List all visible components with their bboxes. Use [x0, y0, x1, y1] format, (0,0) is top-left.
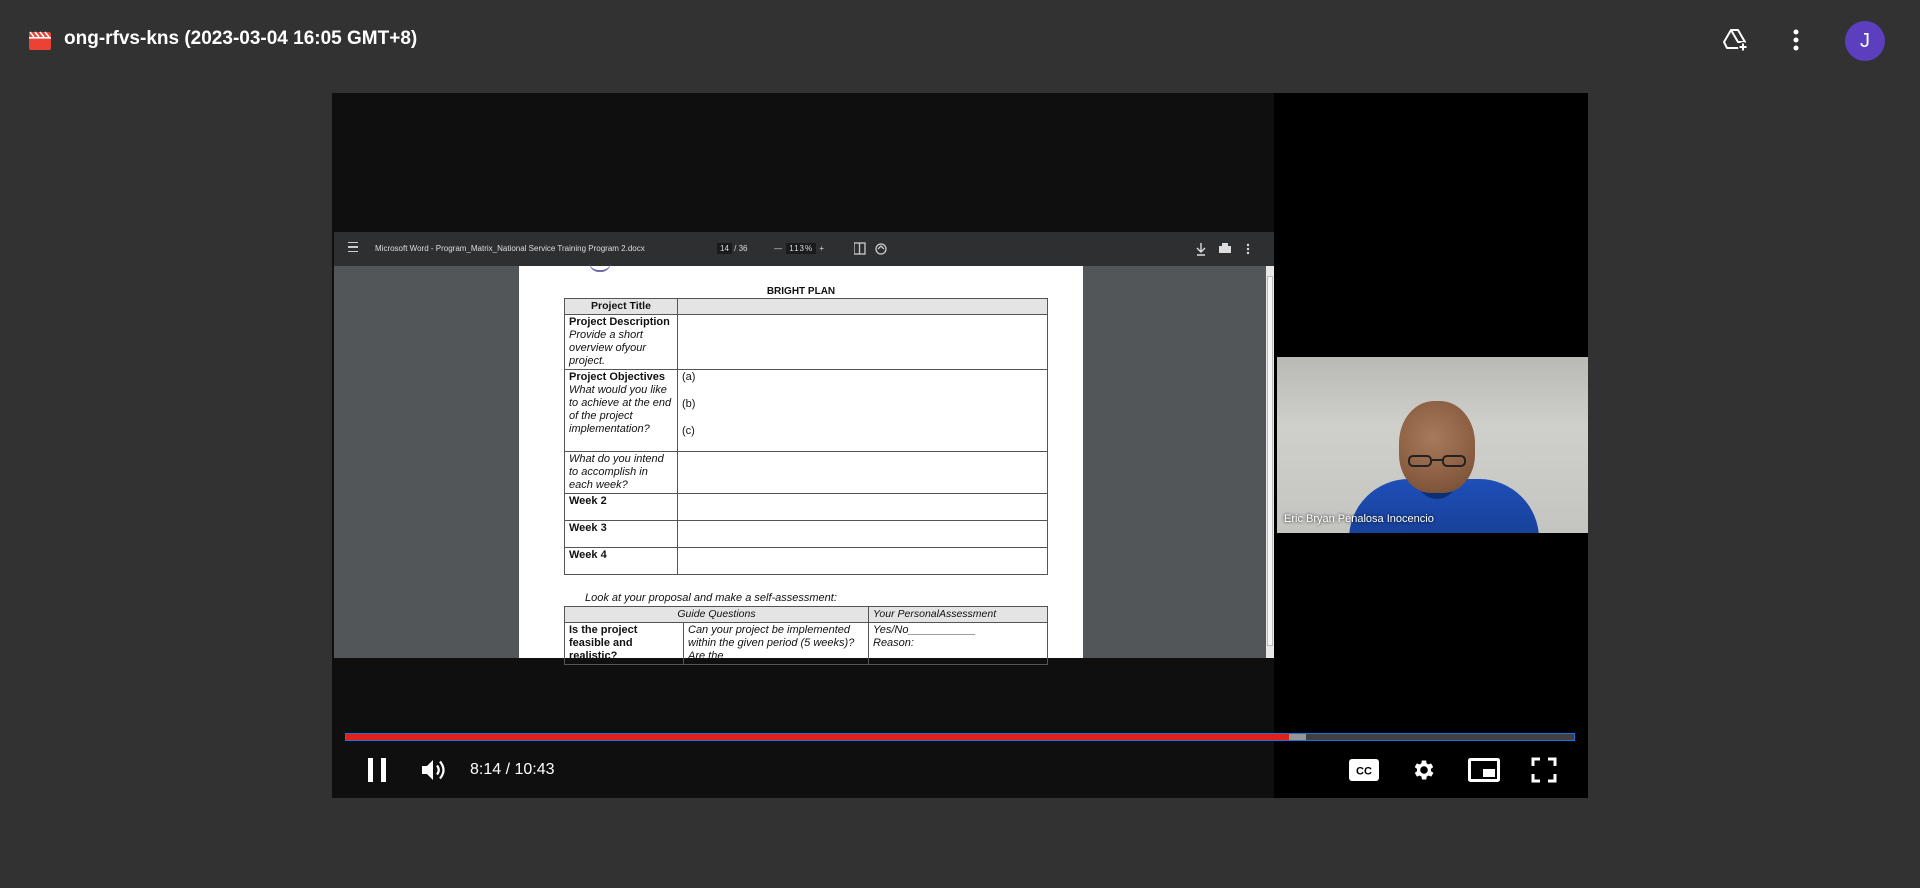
pdf-viewer: Microsoft Word - Program_Matrix_National… — [334, 232, 1274, 665]
zoom-out-icon: — — [774, 244, 783, 253]
more-vertical-icon — [1793, 29, 1799, 51]
assessment-table: Guide Questions Your PersonalAssessment … — [564, 606, 1048, 665]
pdf-page-current: 14 — [717, 243, 732, 254]
assessment-reason: Reason: — [873, 637, 914, 649]
table-row: Is the project feasible and realistic? C… — [564, 622, 1048, 665]
guide-question: Can your project be implemented within t… — [688, 624, 855, 662]
pdf-toolbar: Microsoft Word - Program_Matrix_National… — [334, 232, 1274, 266]
objective-c: (c) — [682, 425, 695, 437]
row-value — [677, 314, 1048, 370]
fit-page-icon — [854, 242, 887, 255]
guide-questions-header: Guide Questions — [564, 606, 869, 623]
row-description: What do you intend to accomplish in each… — [569, 453, 664, 491]
table-row: Project Objectives What would you like t… — [564, 369, 1048, 452]
bright-plan-table: Project Title Project Description Provid… — [564, 298, 1048, 575]
table-row: Project Description Provide a short over… — [564, 314, 1048, 370]
row-label: Week 2 — [569, 495, 607, 507]
table-row: Week 3 — [564, 520, 1048, 548]
row-label: Week 3 — [569, 522, 607, 534]
table-header-empty — [677, 298, 1048, 315]
table-row: Week 4 — [564, 547, 1048, 575]
volume-icon — [422, 760, 445, 780]
add-to-drive-icon — [1723, 29, 1748, 52]
shared-screen: Microsoft Word - Program_Matrix_National… — [332, 93, 1274, 798]
personal-assessment-header: Your PersonalAssessment — [868, 606, 1048, 623]
participant-name: Eric Bryan Penalosa Inocencio — [1284, 513, 1434, 525]
volume-button[interactable] — [416, 753, 452, 787]
player-controls: 8:14 / 10:43 CC — [332, 743, 1588, 798]
row-label: Project Description — [569, 316, 670, 328]
add-to-drive-button[interactable] — [1716, 20, 1756, 60]
document-title: BRIGHT PLAN — [766, 286, 836, 297]
row-label: Is the project feasible and realistic? — [569, 624, 638, 662]
pdf-zoom-value: 113% — [786, 243, 817, 254]
miniplayer-icon — [1468, 758, 1500, 782]
row-description: What would you like to achieve at the en… — [569, 384, 672, 435]
fullscreen-button[interactable] — [1526, 753, 1562, 787]
captions-button[interactable]: CC — [1346, 753, 1382, 787]
captions-icon: CC — [1349, 759, 1379, 781]
pdf-page-separator: / — [734, 244, 737, 253]
download-print-icons — [1196, 243, 1250, 256]
pause-button[interactable] — [359, 753, 395, 787]
more-options-button[interactable] — [1776, 20, 1816, 60]
video-file-icon — [29, 31, 51, 50]
table-header: Project Title — [564, 298, 678, 315]
settings-button[interactable] — [1406, 753, 1442, 787]
pdf-zoom-control: — 113% + — [774, 243, 826, 254]
pdf-document-name: Microsoft Word - Program_Matrix_National… — [375, 244, 645, 253]
objective-b: (b) — [682, 398, 696, 410]
settings-icon — [1414, 760, 1434, 780]
video-player[interactable]: Microsoft Word - Program_Matrix_National… — [332, 93, 1588, 798]
time-display: 8:14 / 10:43 — [470, 761, 555, 778]
objective-a: (a) — [682, 371, 696, 383]
pdf-page-indicator: 14 / 36 — [717, 243, 748, 254]
progress-played — [346, 734, 1290, 740]
table-row: Week 2 — [564, 493, 1048, 521]
logo-fragment — [589, 262, 611, 272]
row-label: Project Objectives — [569, 371, 665, 383]
svg-text:CC: CC — [1356, 766, 1372, 778]
progress-bar[interactable] — [345, 733, 1575, 741]
table-row: What do you intend to accomplish in each… — [564, 451, 1048, 494]
pdf-page-total: 36 — [738, 244, 748, 253]
participant-video-tile: Eric Bryan Penalosa Inocencio — [1277, 357, 1588, 533]
pdf-scrollbar[interactable] — [1266, 266, 1274, 658]
pause-icon — [368, 758, 386, 782]
fullscreen-icon — [1531, 757, 1557, 783]
zoom-in-icon: + — [819, 244, 826, 253]
miniplayer-button[interactable] — [1466, 753, 1502, 787]
document-page: BRIGHT PLAN Project Title Project Descri… — [519, 266, 1083, 665]
participant-face — [1399, 401, 1475, 493]
self-assessment-instruction: Look at your proposal and make a self-as… — [585, 592, 837, 604]
participant-glasses — [1408, 455, 1466, 467]
file-title: ong-rfvs-kns (2023-03-04 16:05 GMT+8) — [64, 28, 418, 49]
account-avatar[interactable]: J — [1845, 21, 1885, 61]
assessment-answer: Yes/No___________ — [873, 624, 976, 636]
row-label: Week 4 — [569, 549, 607, 561]
menu-icon — [348, 242, 358, 252]
row-description: Provide a short overview ofyour project. — [569, 329, 647, 367]
top-bar: ong-rfvs-kns (2023-03-04 16:05 GMT+8) J — [0, 0, 1920, 80]
